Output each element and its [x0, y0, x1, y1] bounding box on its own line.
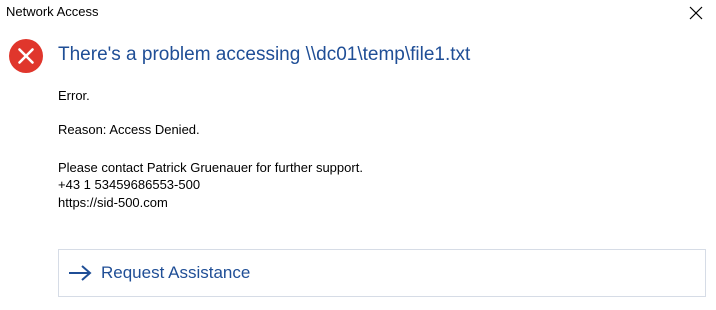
reason-text: Reason: Access Denied. [58, 122, 200, 137]
error-icon [8, 38, 44, 74]
phone-text: +43 1 53459686553-500 [58, 177, 201, 192]
request-assistance-button[interactable]: Request Assistance [58, 249, 706, 297]
error-heading: There's a problem accessing \\dc01\temp\… [58, 44, 471, 65]
network-access-dialog: Network Access There's a problem accessi… [0, 0, 716, 310]
error-text: Error. [58, 88, 90, 103]
close-button[interactable] [676, 0, 716, 26]
url-text: https://sid-500.com [58, 195, 168, 210]
contact-text: Please contact Patrick Gruenauer for fur… [58, 160, 363, 175]
close-icon [689, 6, 703, 20]
request-assistance-label: Request Assistance [101, 263, 251, 282]
arrow-right-icon [67, 263, 95, 283]
window-title: Network Access [6, 4, 99, 19]
title-bar: Network Access [0, 0, 716, 26]
